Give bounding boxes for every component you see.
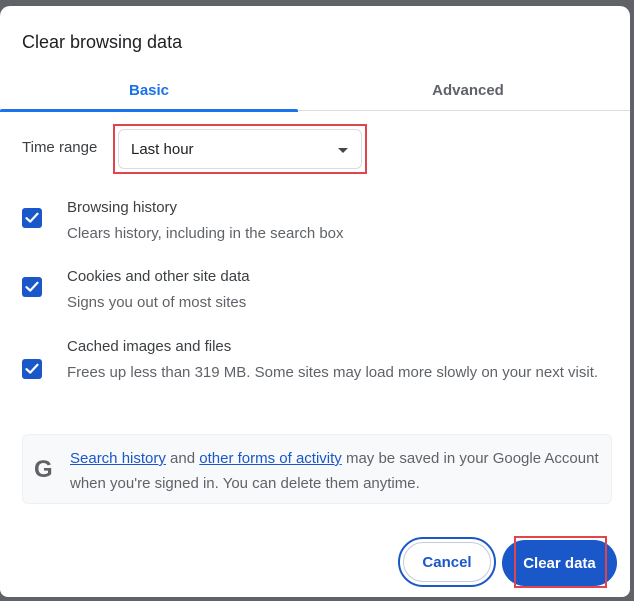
cookies-checkbox[interactable]: [22, 277, 42, 297]
dialog-title: Clear browsing data: [22, 32, 183, 52]
option-title: Cached images and files: [67, 338, 232, 355]
time-range-select[interactable]: Last hour: [118, 129, 362, 169]
time-range-value: Last hour: [131, 141, 194, 158]
cached-images-checkbox[interactable]: [22, 359, 42, 379]
option-description: Clears history, including in the search …: [67, 225, 344, 242]
search-history-link[interactable]: Search history: [70, 450, 166, 467]
option-description: Signs you out of most sites: [67, 294, 247, 311]
tab-basic[interactable]: Basic: [0, 70, 298, 112]
notice-text-part: and: [165, 450, 200, 467]
checkmark-icon: [25, 281, 39, 292]
clear-data-button[interactable]: Clear data: [502, 540, 617, 586]
option-description: Frees up less than 319 MB. Some sites ma…: [67, 364, 599, 381]
browsing-history-checkbox[interactable]: [22, 208, 42, 228]
google-activity-notice: G Search history and other forms of acti…: [22, 434, 612, 504]
dropdown-arrow-icon: [338, 148, 348, 153]
checkmark-icon: [25, 212, 39, 223]
other-activity-link[interactable]: other forms of activity: [199, 450, 342, 467]
tab-advanced[interactable]: Advanced: [318, 70, 618, 110]
checkmark-icon: [25, 363, 39, 374]
tab-bar: Basic Advanced: [0, 70, 630, 112]
notice-text: Search history and other forms of activi…: [70, 446, 600, 496]
google-g-icon: G: [34, 456, 53, 483]
cancel-button[interactable]: Cancel: [398, 537, 496, 587]
option-title: Cookies and other site data: [67, 268, 250, 285]
time-range-label: Time range: [22, 139, 98, 156]
option-title: Browsing history: [67, 199, 178, 216]
clear-browsing-data-dialog: Clear browsing data Basic Advanced Time …: [0, 6, 630, 597]
